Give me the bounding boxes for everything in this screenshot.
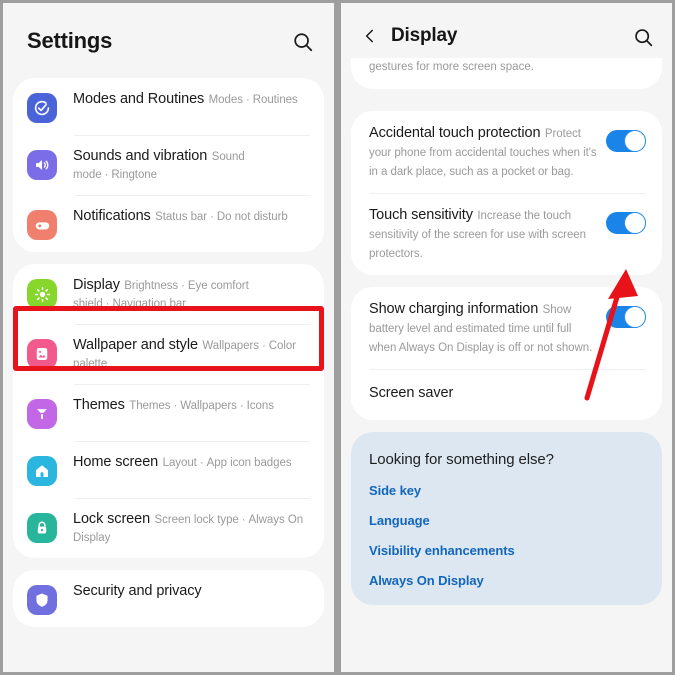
link-language[interactable]: Language (369, 512, 644, 529)
subtitle-part: Screen lock type (154, 514, 239, 526)
themes-icon (27, 399, 57, 429)
screenshot-root: Settings Modes and Routines Modes·Rout (0, 0, 675, 675)
settings-group-3: Security and privacy (13, 570, 324, 627)
bullet-separator: · (245, 94, 250, 106)
sidebar-item-label: Themes (73, 397, 125, 413)
sidebar-item-label: Wallpaper and style (73, 337, 198, 353)
sidebar-item-label: Sounds and vibration (73, 148, 208, 164)
sidebar-item-label: Home screen (73, 454, 159, 470)
subtitle-part: Themes (129, 400, 171, 412)
sidebar-item-label: Lock screen (73, 511, 151, 527)
toggle-knob (624, 306, 646, 328)
sounds-and-vibration-icon (27, 150, 57, 180)
setting-title: Screen saver (369, 385, 454, 401)
touch-settings-card: Accidental touch protection Protect your… (351, 111, 662, 275)
sidebar-item-subtitle: Themes · Wallpapers · Icons (129, 400, 274, 412)
subtitle-part: Icons (246, 400, 274, 412)
sidebar-item-label: Security and privacy (73, 583, 202, 599)
subtitle-part: Status bar (155, 211, 208, 223)
subtitle-part: Ringtone (111, 169, 157, 181)
subtitle-part: Wallpapers (180, 400, 237, 412)
page-title: Settings (27, 27, 113, 53)
page-title: Display (391, 24, 458, 46)
bullet-separator: · (173, 400, 178, 412)
sidebar-item-display[interactable]: Display Brightness · Eye comfort shield · Na… (13, 264, 324, 324)
accidental-touch-protection-toggle[interactable] (606, 130, 646, 152)
bullet-separator: · (105, 298, 110, 310)
setting-title: Show charging information (369, 301, 539, 317)
sidebar-item-lock-screen[interactable]: Lock screen Screen lock type · Always On D… (13, 498, 324, 558)
display-header: Display (341, 3, 672, 68)
search-icon[interactable] (631, 25, 656, 50)
sidebar-item-subtitle: Layout · App icon badges (163, 457, 292, 469)
wallpaper-and-style-icon (27, 339, 57, 369)
subtitle-part: Do not disturb (216, 211, 288, 223)
toggle-knob (624, 130, 646, 152)
subtitle-part: Brightness (124, 280, 179, 292)
settings-panel: Settings Modes and Routines Modes·Rout (3, 3, 334, 672)
security-and-privacy-icon (27, 585, 57, 615)
touch-sensitivity-toggle[interactable] (606, 212, 646, 234)
search-icon[interactable] (290, 29, 316, 55)
bullet-separator: · (181, 280, 185, 292)
bullet-separator: · (241, 514, 246, 526)
setting-row-show-charging-information[interactable]: Show charging information Show battery l… (351, 287, 662, 369)
modes-and-routines-icon (27, 93, 57, 123)
charging-screensaver-card: Show charging information Show battery l… (351, 287, 662, 420)
sidebar-item-home-screen[interactable]: Home screen Layout · App icon badges (13, 441, 324, 498)
setting-row-screen-saver[interactable]: Screen saver (351, 369, 662, 420)
sidebar-item-subtitle: Modes · Routines (209, 94, 298, 106)
bullet-separator: · (210, 211, 214, 223)
subtitle-part: Wallpapers (202, 340, 259, 352)
show-charging-information-toggle[interactable] (606, 306, 646, 328)
sidebar-item-subtitle: Status bar · Do not disturb (155, 211, 288, 223)
setting-row-touch-sensitivity[interactable]: Touch sensitivity Increase the touch sen… (351, 193, 662, 275)
display-icon (27, 279, 57, 309)
setting-row-accidental-touch-protection[interactable]: Accidental touch protection Protect your… (351, 111, 662, 193)
looking-for-title: Looking for something else? (369, 451, 554, 468)
display-panel: Display gestures for more screen space. … (341, 3, 672, 672)
subtitle-part: Modes (208, 94, 243, 106)
back-chevron-icon[interactable] (359, 25, 381, 47)
bullet-separator: · (104, 169, 109, 181)
sidebar-item-security-and-privacy[interactable]: Security and privacy (13, 570, 324, 627)
card-gap (341, 101, 672, 111)
setting-title: Accidental touch protection (369, 125, 541, 141)
link-visibility-enhancements[interactable]: Visibility enhancements (369, 542, 644, 559)
sidebar-item-themes[interactable]: Themes Themes · Wallpapers · Icons (13, 384, 324, 441)
lock-screen-icon (27, 513, 57, 543)
subtitle-part: App icon badges (206, 457, 292, 469)
sidebar-item-label: Notifications (73, 208, 151, 224)
settings-group-2: Display Brightness · Eye comfort shield · Na… (13, 264, 324, 558)
bullet-separator: · (261, 340, 266, 352)
setting-title: Touch sensitivity (369, 207, 473, 223)
sidebar-item-label: Modes and Routines (73, 91, 205, 107)
settings-group-1: Modes and Routines Modes · Routines Sounds… (13, 78, 324, 252)
sidebar-item-wallpaper-and-style[interactable]: Wallpaper and style Wallpapers · Color pal… (13, 324, 324, 384)
sidebar-item-notifications[interactable]: Notifications Status bar · Do not disturb (13, 195, 324, 252)
sidebar-item-sounds-and-vibration[interactable]: Sounds and vibration Sound mode · Ringtone (13, 135, 324, 195)
link-side-key[interactable]: Side key (369, 482, 644, 499)
settings-header: Settings (3, 3, 334, 78)
home-screen-icon (27, 456, 57, 486)
notifications-icon (27, 210, 57, 240)
bullet-separator: · (239, 400, 244, 412)
looking-for-something-else-card: Looking for something else? Side key Lan… (351, 432, 662, 605)
subtitle-part: Routines (252, 94, 298, 106)
sidebar-item-label: Display (73, 277, 120, 293)
link-always-on-display[interactable]: Always On Display (369, 572, 644, 589)
subtitle-part: Layout (162, 457, 197, 469)
subtitle-part: Navigation bar (112, 298, 187, 310)
sidebar-item-modes-and-routines[interactable]: Modes and Routines Modes · Routines (13, 78, 324, 135)
toggle-knob (624, 212, 646, 234)
bullet-separator: · (199, 457, 204, 469)
